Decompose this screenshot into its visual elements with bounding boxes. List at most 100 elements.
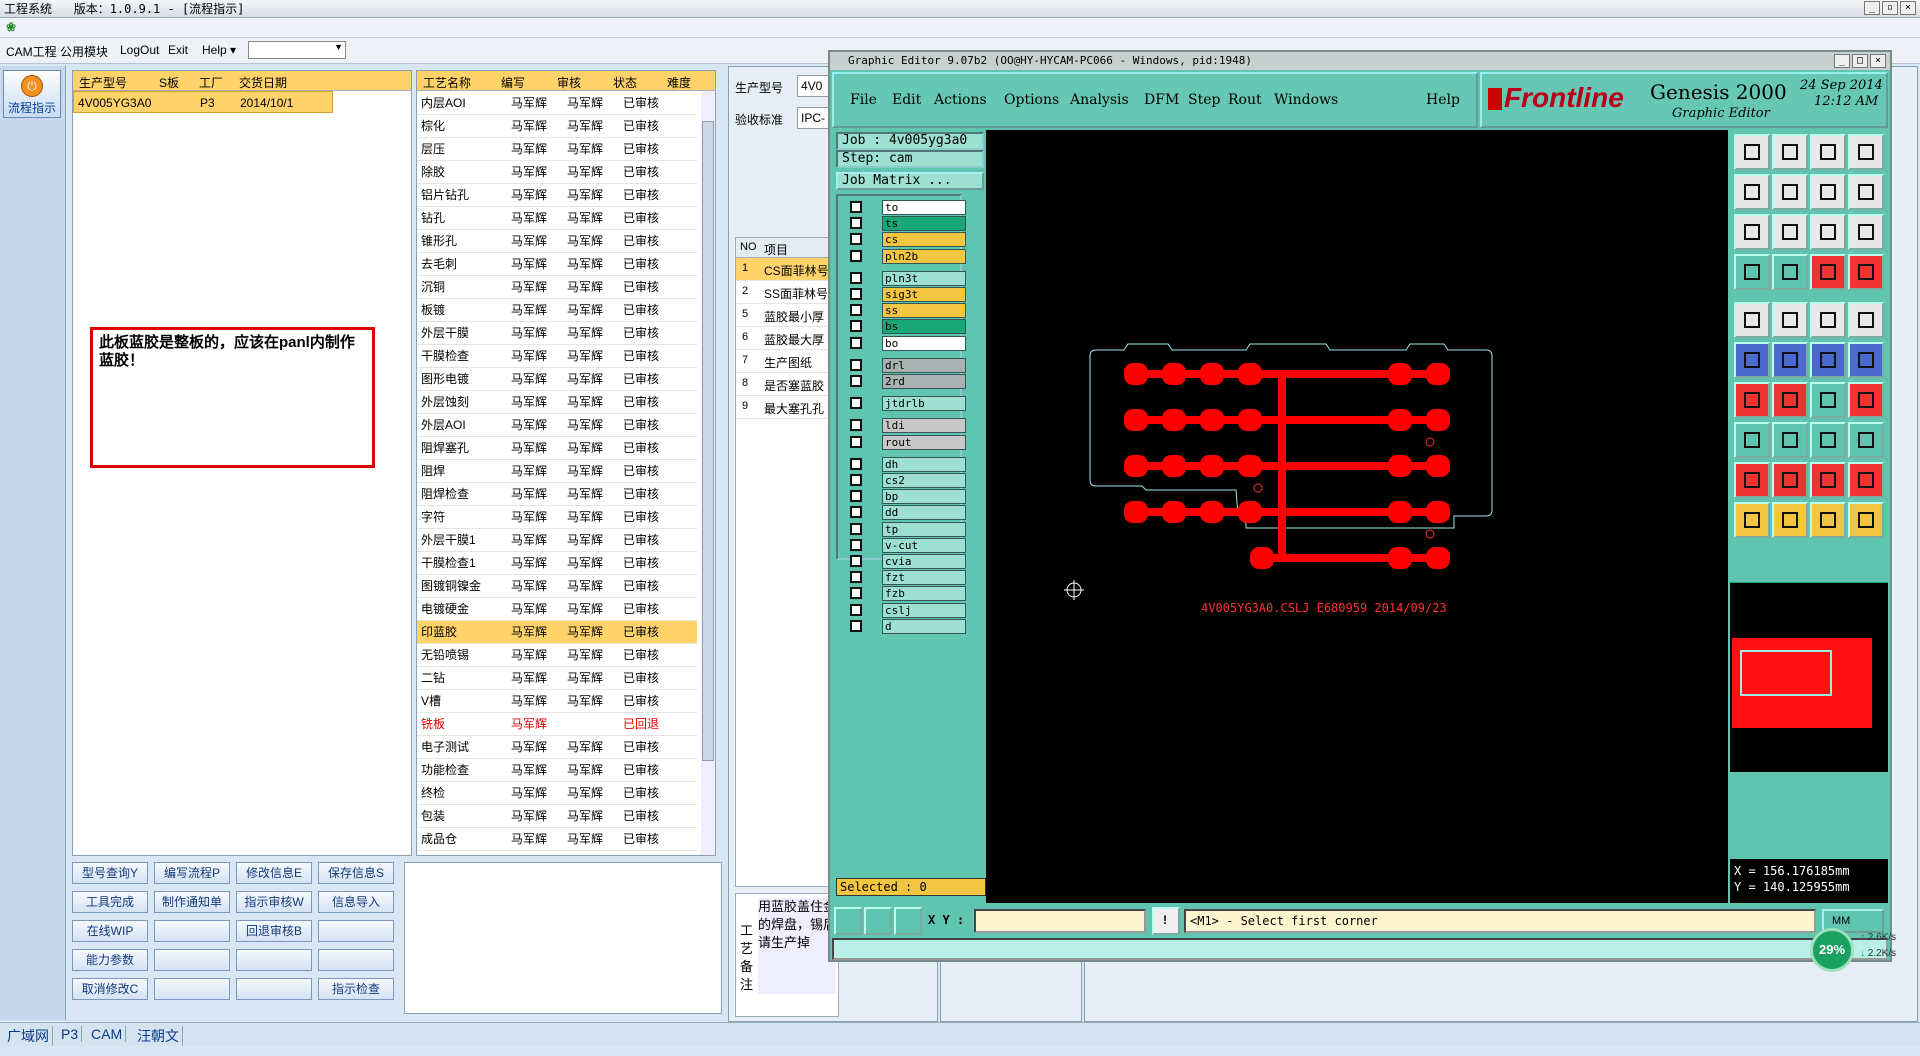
split-tool-icon[interactable] [1848, 134, 1884, 170]
grid-tool-icon[interactable] [1772, 254, 1808, 290]
action-button[interactable] [154, 978, 230, 1000]
tri2-tool-icon[interactable] [1772, 462, 1808, 498]
table-row[interactable]: 无铅喷锡 马军辉 马军辉 已审核 [417, 643, 697, 667]
action-button[interactable]: 指示审核W [236, 891, 312, 913]
layer-checkbox[interactable] [850, 375, 862, 387]
layer-checkbox[interactable] [850, 603, 862, 616]
link2-tool-icon[interactable] [1848, 342, 1884, 378]
house-tool-icon[interactable] [1810, 134, 1846, 170]
layer-row[interactable]: drl [850, 357, 966, 373]
arc-tool-icon[interactable] [1810, 382, 1846, 418]
action-button[interactable] [236, 978, 312, 1000]
table-row[interactable]: 阻焊 马军辉 马军辉 已审核 [417, 459, 697, 483]
layer-row[interactable]: dd [850, 505, 966, 521]
production-row[interactable]: 4V005YG3A0 P3 2014/10/1 [73, 91, 333, 113]
table-row[interactable]: 板镀 马军辉 马军辉 已审核 [417, 298, 697, 322]
table-row[interactable]: 图形电镀 马军辉 马军辉 已审核 [417, 367, 697, 391]
line-tool-icon[interactable] [1734, 382, 1770, 418]
layer-row[interactable]: bo [850, 335, 966, 351]
table-row[interactable]: 铝片钻孔 马军辉 马军辉 已审核 [417, 183, 697, 207]
action-button[interactable]: 回退审核B [236, 920, 312, 942]
minus-tool-icon[interactable] [1772, 422, 1808, 458]
ratio-tool-icon[interactable] [1810, 214, 1846, 250]
layer-row[interactable]: fzb [850, 586, 966, 602]
action-button[interactable]: 工具完成 [72, 891, 148, 913]
graphic-canvas[interactable]: 4V005YG3A0.CSLJ E680959 2014/09/23 [986, 130, 1728, 903]
link-tool-icon[interactable] [1810, 342, 1846, 378]
center-tool-icon[interactable] [1772, 214, 1808, 250]
left-tool-icon[interactable] [1734, 174, 1770, 210]
dot-tool-icon[interactable] [1848, 302, 1884, 338]
layer-checkbox[interactable] [850, 619, 862, 632]
page-tool-icon[interactable] [1772, 134, 1808, 170]
ge-menu-step[interactable]: Step [1188, 92, 1220, 108]
ge-menu-edit[interactable]: Edit [892, 92, 921, 108]
action-button[interactable] [236, 949, 312, 971]
fit-tool-icon[interactable] [1734, 214, 1770, 250]
layer-row[interactable]: tp [850, 521, 966, 537]
bar-tool-icon[interactable] [1810, 302, 1846, 338]
layer-row[interactable]: bs [850, 319, 966, 335]
script-tool-icon[interactable] [1734, 254, 1770, 290]
menu-help[interactable]: Help ▾ [202, 43, 236, 57]
arrow2-tool-icon[interactable] [1772, 502, 1808, 538]
layer-checkbox[interactable] [850, 474, 862, 486]
table-row[interactable]: 外层干膜 马军辉 马军辉 已审核 [417, 321, 697, 345]
layer-row[interactable]: 2rd [850, 374, 966, 389]
table-row[interactable]: 棕化 马军辉 马军辉 已审核 [417, 114, 697, 138]
layer-row[interactable]: cslj [850, 602, 966, 618]
stack-tool-icon[interactable] [1848, 422, 1884, 458]
ge-menu-windows[interactable]: Windows [1274, 92, 1338, 108]
select-tool-icon[interactable] [1734, 302, 1770, 338]
table-row[interactable]: 去毛刺 马军辉 马军辉 已审核 [417, 252, 697, 276]
action-button[interactable] [318, 949, 394, 971]
layer-row[interactable]: cvia [850, 554, 966, 569]
menu-logout[interactable]: LogOut [120, 43, 159, 57]
action-button[interactable]: 制作通知单 [154, 891, 230, 913]
layer-row[interactable]: d [850, 618, 966, 634]
layer-checkbox[interactable] [850, 304, 862, 317]
table-row[interactable]: 铣板 马军辉 已回退 [417, 712, 697, 736]
layer-checkbox[interactable] [850, 506, 862, 519]
action-button[interactable]: 型号查询Y [72, 862, 148, 884]
table-row[interactable]: 字符 马军辉 马军辉 已审核 [417, 505, 697, 529]
ge-menu-actions[interactable]: Actions [934, 92, 987, 108]
ge-maximize-icon[interactable]: □ [1852, 54, 1868, 68]
snap-tool-icon[interactable] [1848, 502, 1884, 538]
route-tool-icon[interactable] [1848, 254, 1884, 290]
layer-checkbox[interactable] [850, 555, 862, 567]
layer-checkbox[interactable] [850, 522, 862, 535]
table-row[interactable]: V槽 马军辉 马军辉 已审核 [417, 689, 697, 713]
table-row[interactable]: 沉铜 马军辉 马军辉 已审核 [417, 275, 697, 299]
close-icon[interactable]: × [1900, 1, 1916, 15]
loop-tool-icon[interactable] [1810, 174, 1846, 210]
action-button[interactable] [154, 920, 230, 942]
action-button[interactable]: 能力参数 [72, 949, 148, 971]
menu-cam[interactable]: CAM工程 [6, 43, 57, 60]
layer-checkbox[interactable] [850, 271, 862, 284]
table-row[interactable]: 二钻 马军辉 马军辉 已审核 [417, 666, 697, 690]
layer-row[interactable]: ts [850, 216, 966, 232]
table-row[interactable]: 阻焊检查 马军辉 马军辉 已审核 [417, 482, 697, 506]
layer-row[interactable]: fzt [850, 570, 966, 586]
table-row[interactable]: 功能检查 马军辉 马军辉 已审核 [417, 758, 697, 782]
layer-row[interactable]: bp [850, 489, 966, 505]
poly-tool-icon[interactable] [1772, 302, 1808, 338]
home-tool-icon[interactable] [1734, 134, 1770, 170]
table-row[interactable]: 锥形孔 马军辉 马军辉 已审核 [417, 229, 697, 253]
layer-row[interactable]: cs [850, 232, 966, 248]
layer-checkbox[interactable] [850, 320, 862, 333]
alert-icon[interactable]: ! [1152, 907, 1180, 935]
minimize-icon[interactable]: _ [1864, 1, 1880, 15]
ge-close-icon[interactable]: × [1870, 54, 1886, 68]
slash-tool-icon[interactable] [1772, 382, 1808, 418]
layer-checkbox[interactable] [850, 288, 862, 300]
drill-tool-icon[interactable] [1810, 254, 1846, 290]
flow-indicator-button[interactable]: ⏻ 流程指示 [3, 70, 61, 118]
box-tool-icon[interactable] [1810, 422, 1846, 458]
tri-tool-icon[interactable] [1734, 462, 1770, 498]
network-gauge[interactable]: 29% [1810, 928, 1854, 972]
layer-row[interactable]: jtdrlb [850, 396, 966, 412]
layer-checkbox[interactable] [850, 571, 862, 584]
layer-row[interactable]: to [850, 200, 966, 215]
